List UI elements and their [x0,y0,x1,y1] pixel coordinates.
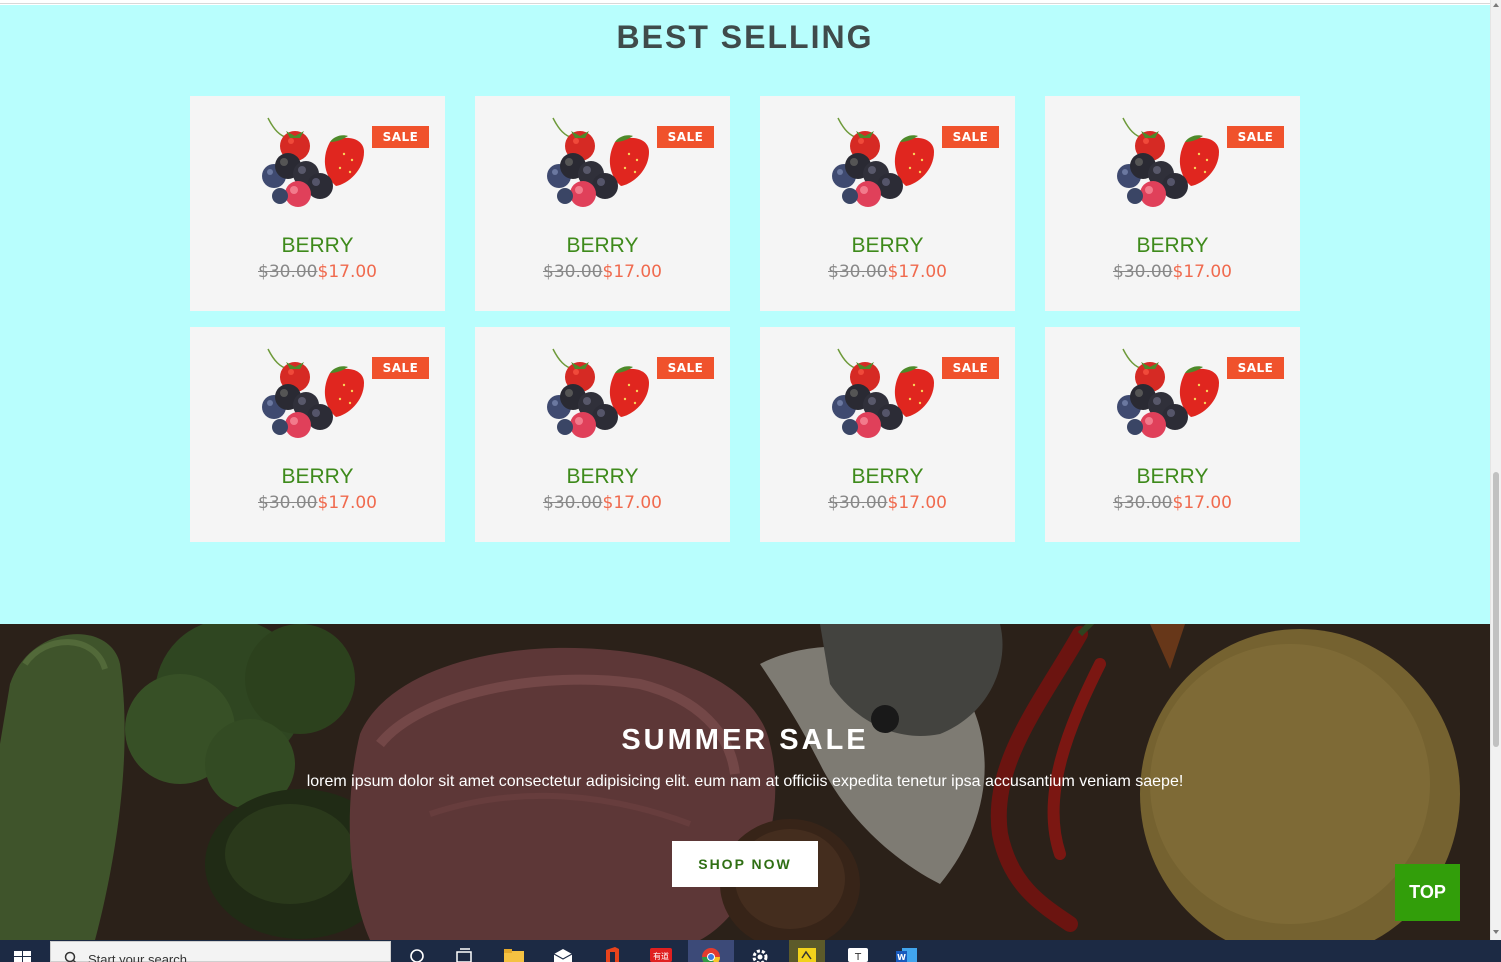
product-card[interactable]: SALE BERRY $30.00$17.00 [190,327,445,542]
old-price: $30.00 [543,493,603,513]
product-price: $30.00$17.00 [1045,262,1300,282]
old-price: $30.00 [258,262,318,282]
youdao-dict-icon[interactable]: 有道 [650,946,672,962]
product-name[interactable]: BERRY [760,465,1015,489]
sale-price: $17.00 [317,262,377,282]
product-price: $30.00$17.00 [190,493,445,513]
svg-text:有道: 有道 [653,951,669,961]
old-price: $30.00 [543,262,603,282]
old-price: $30.00 [258,493,318,513]
svg-text:T: T [854,952,862,962]
best-selling-section: BEST SELLING SALE BERRY $30.00$17.00 SALE BE… [0,5,1490,624]
berry-image [832,117,934,207]
sale-badge: SALE [942,357,999,379]
sale-badge: SALE [942,126,999,148]
product-name[interactable]: BERRY [760,234,1015,258]
berry-image [547,117,649,207]
product-price: $30.00$17.00 [760,262,1015,282]
sale-badge: SALE [657,357,714,379]
search-icon [64,951,77,962]
sale-price: $17.00 [602,262,662,282]
banner-title: SUMMER SALE [621,724,869,756]
office-icon[interactable] [601,946,623,962]
product-card[interactable]: SALE BERRY $30.00$17.00 [1045,96,1300,311]
summer-sale-banner: SUMMER SALE lorem ipsum dolor sit amet c… [0,624,1490,940]
product-name[interactable]: BERRY [475,465,730,489]
product-card[interactable]: SALE BERRY $30.00$17.00 [760,96,1015,311]
sticky-app-active-tab[interactable] [789,940,825,962]
file-explorer-icon[interactable] [503,946,525,962]
product-card[interactable]: SALE BERRY $30.00$17.00 [1045,327,1300,542]
sale-price: $17.00 [317,493,377,513]
svg-text:W: W [897,953,906,962]
mail-icon[interactable] [552,946,574,962]
product-card[interactable]: SALE BERRY $30.00$17.00 [475,327,730,542]
chrome-icon [702,948,721,962]
word-icon[interactable]: W [896,946,918,962]
sale-price: $17.00 [1172,493,1232,513]
product-price: $30.00$17.00 [190,262,445,282]
banner-description: lorem ipsum dolor sit amet consectetur a… [306,773,1184,790]
typora-icon[interactable]: T [847,946,869,962]
sale-badge: SALE [1227,357,1284,379]
sale-badge: SALE [1227,126,1284,148]
chrome-active-tab[interactable] [688,940,734,962]
product-name[interactable]: BERRY [1045,234,1300,258]
taskbar-search-box[interactable]: Start your search [50,941,391,962]
product-price: $30.00$17.00 [1045,493,1300,513]
cortana-icon[interactable] [408,946,430,962]
shop-now-button[interactable]: SHOP NOW [672,841,818,887]
best-selling-title: BEST SELLING [616,19,874,55]
page-top-border [0,0,1490,4]
product-name[interactable]: BERRY [475,234,730,258]
berry-image [547,348,649,438]
scroll-thumb[interactable] [1493,472,1499,747]
sale-price: $17.00 [602,493,662,513]
sale-price: $17.00 [1172,262,1232,282]
product-card[interactable]: SALE BERRY $30.00$17.00 [475,96,730,311]
sticky-app-icon [798,948,816,962]
back-to-top-button[interactable]: TOP [1395,864,1460,921]
scroll-down-arrow-icon[interactable] [1493,930,1499,934]
sale-badge: SALE [372,126,429,148]
sale-badge: SALE [657,126,714,148]
product-name[interactable]: BERRY [190,234,445,258]
product-card[interactable]: SALE BERRY $30.00$17.00 [760,327,1015,542]
sale-price: $17.00 [887,262,947,282]
old-price: $30.00 [1113,493,1173,513]
scroll-up-arrow-icon[interactable] [1493,3,1499,7]
old-price: $30.00 [1113,262,1173,282]
settings-icon[interactable] [749,946,771,962]
product-name[interactable]: BERRY [1045,465,1300,489]
product-price: $30.00$17.00 [760,493,1015,513]
berry-image [1117,348,1219,438]
sale-badge: SALE [372,357,429,379]
product-card[interactable]: SALE BERRY $30.00$17.00 [190,96,445,311]
vertical-scrollbar[interactable] [1490,0,1501,940]
task-view-icon[interactable] [454,946,476,962]
sale-price: $17.00 [887,493,947,513]
product-name[interactable]: BERRY [190,465,445,489]
product-price: $30.00$17.00 [475,262,730,282]
berry-image [832,348,934,438]
product-price: $30.00$17.00 [475,493,730,513]
berry-image [262,117,364,207]
windows-taskbar: Start your search 有道 T W [0,940,1501,962]
search-placeholder: Start your search [88,952,187,962]
berry-image [1117,117,1219,207]
old-price: $30.00 [828,493,888,513]
berry-image [262,348,364,438]
old-price: $30.00 [828,262,888,282]
windows-logo-icon[interactable] [14,951,32,962]
